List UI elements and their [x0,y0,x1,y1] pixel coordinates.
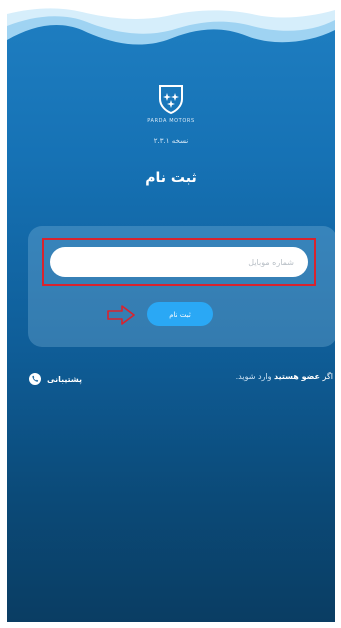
brand-name: PARDA MOTORS [147,118,195,124]
login-prompt-bold: عضو هستید [274,372,320,381]
phone-icon [29,373,41,385]
login-prompt: اگر عضو هستید وارد شوید. [236,372,333,381]
logo-shield-icon [159,85,183,115]
arrow-right-icon [107,305,135,325]
mobile-number-input[interactable] [50,247,308,277]
header-waves [7,0,335,45]
app-version: نسخه ۲.۳.۱ [153,137,189,145]
login-prompt-prefix: اگر [322,372,333,381]
support-link[interactable]: پشتیبانی [28,372,82,386]
support-label: پشتیبانی [47,374,83,384]
login-link[interactable]: وارد شوید. [236,372,272,381]
signup-button[interactable]: ثبت نام [147,302,213,326]
page-title: ثبت نام [145,170,197,186]
